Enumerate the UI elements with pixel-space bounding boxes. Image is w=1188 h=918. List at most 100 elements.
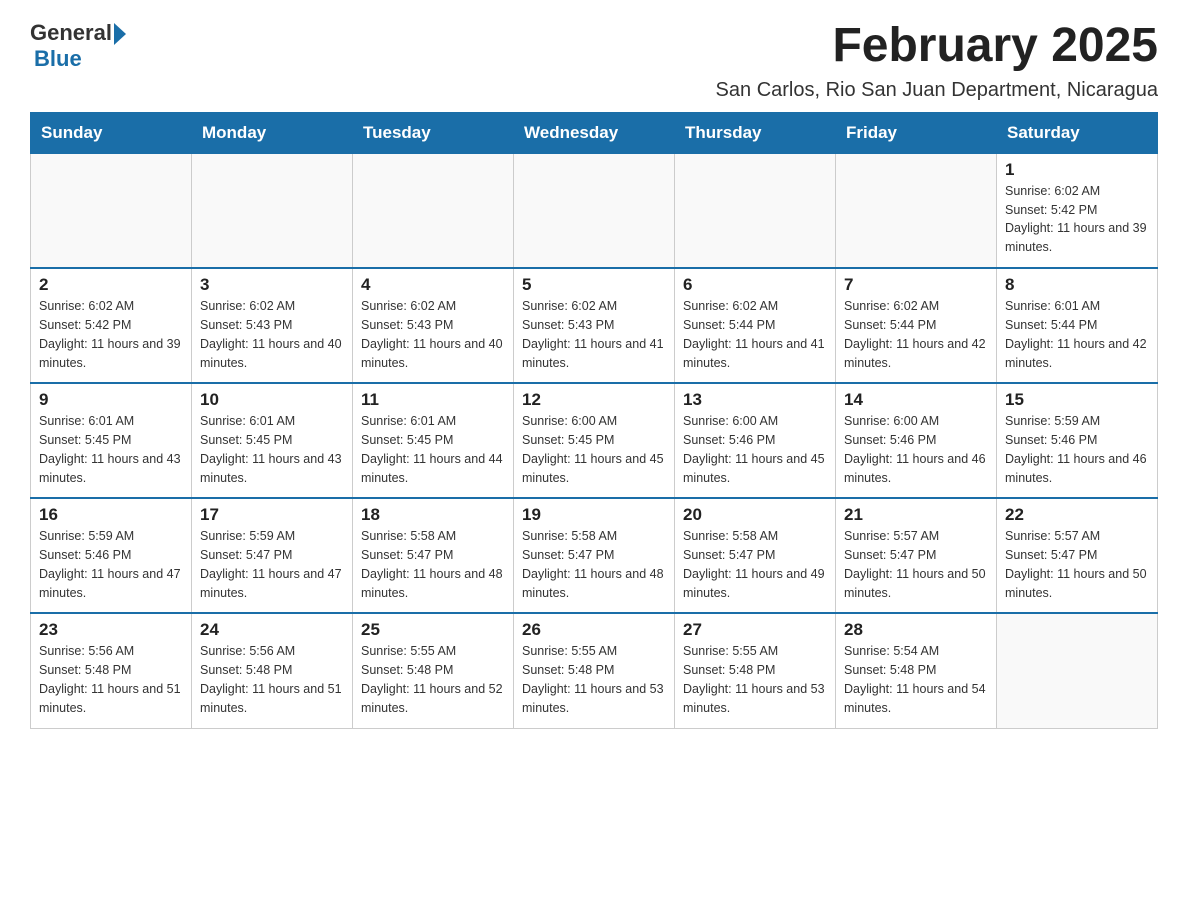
day-info: Sunrise: 5:56 AM Sunset: 5:48 PM Dayligh… xyxy=(200,642,344,717)
calendar-day-cell: 2Sunrise: 6:02 AM Sunset: 5:42 PM Daylig… xyxy=(31,268,192,383)
logo-general-text: General xyxy=(30,20,112,46)
day-number: 15 xyxy=(1005,390,1149,410)
day-info: Sunrise: 6:02 AM Sunset: 5:43 PM Dayligh… xyxy=(361,297,505,372)
day-info: Sunrise: 5:55 AM Sunset: 5:48 PM Dayligh… xyxy=(683,642,827,717)
day-of-week-header: Friday xyxy=(836,112,997,153)
title-section: February 2025 San Carlos, Rio San Juan D… xyxy=(716,20,1158,102)
calendar-day-cell xyxy=(353,153,514,268)
calendar-day-cell: 19Sunrise: 5:58 AM Sunset: 5:47 PM Dayli… xyxy=(514,498,675,613)
calendar-day-cell: 4Sunrise: 6:02 AM Sunset: 5:43 PM Daylig… xyxy=(353,268,514,383)
day-info: Sunrise: 5:59 AM Sunset: 5:46 PM Dayligh… xyxy=(39,527,183,602)
calendar-day-cell: 11Sunrise: 6:01 AM Sunset: 5:45 PM Dayli… xyxy=(353,383,514,498)
day-info: Sunrise: 5:59 AM Sunset: 5:47 PM Dayligh… xyxy=(200,527,344,602)
calendar-day-cell: 14Sunrise: 6:00 AM Sunset: 5:46 PM Dayli… xyxy=(836,383,997,498)
day-number: 5 xyxy=(522,275,666,295)
calendar-day-cell: 27Sunrise: 5:55 AM Sunset: 5:48 PM Dayli… xyxy=(675,613,836,728)
day-info: Sunrise: 6:02 AM Sunset: 5:43 PM Dayligh… xyxy=(200,297,344,372)
day-number: 8 xyxy=(1005,275,1149,295)
day-info: Sunrise: 5:59 AM Sunset: 5:46 PM Dayligh… xyxy=(1005,412,1149,487)
calendar-week-row: 1Sunrise: 6:02 AM Sunset: 5:42 PM Daylig… xyxy=(31,153,1158,268)
calendar-day-cell: 17Sunrise: 5:59 AM Sunset: 5:47 PM Dayli… xyxy=(192,498,353,613)
location-title: San Carlos, Rio San Juan Department, Nic… xyxy=(716,79,1158,102)
day-number: 19 xyxy=(522,505,666,525)
calendar-day-cell: 20Sunrise: 5:58 AM Sunset: 5:47 PM Dayli… xyxy=(675,498,836,613)
day-number: 16 xyxy=(39,505,183,525)
calendar-header-row: SundayMondayTuesdayWednesdayThursdayFrid… xyxy=(31,112,1158,153)
calendar-day-cell: 26Sunrise: 5:55 AM Sunset: 5:48 PM Dayli… xyxy=(514,613,675,728)
day-number: 24 xyxy=(200,620,344,640)
calendar-week-row: 16Sunrise: 5:59 AM Sunset: 5:46 PM Dayli… xyxy=(31,498,1158,613)
day-number: 17 xyxy=(200,505,344,525)
day-info: Sunrise: 5:56 AM Sunset: 5:48 PM Dayligh… xyxy=(39,642,183,717)
calendar-day-cell: 10Sunrise: 6:01 AM Sunset: 5:45 PM Dayli… xyxy=(192,383,353,498)
day-info: Sunrise: 5:57 AM Sunset: 5:47 PM Dayligh… xyxy=(844,527,988,602)
day-number: 4 xyxy=(361,275,505,295)
day-number: 26 xyxy=(522,620,666,640)
day-info: Sunrise: 5:54 AM Sunset: 5:48 PM Dayligh… xyxy=(844,642,988,717)
day-number: 28 xyxy=(844,620,988,640)
calendar-day-cell: 21Sunrise: 5:57 AM Sunset: 5:47 PM Dayli… xyxy=(836,498,997,613)
logo: General Blue xyxy=(30,20,126,72)
calendar-day-cell: 5Sunrise: 6:02 AM Sunset: 5:43 PM Daylig… xyxy=(514,268,675,383)
day-number: 1 xyxy=(1005,160,1149,180)
day-number: 12 xyxy=(522,390,666,410)
calendar-table: SundayMondayTuesdayWednesdayThursdayFrid… xyxy=(30,112,1158,729)
day-number: 20 xyxy=(683,505,827,525)
day-of-week-header: Wednesday xyxy=(514,112,675,153)
month-title: February 2025 xyxy=(716,20,1158,73)
day-info: Sunrise: 6:00 AM Sunset: 5:46 PM Dayligh… xyxy=(844,412,988,487)
day-number: 27 xyxy=(683,620,827,640)
day-info: Sunrise: 6:00 AM Sunset: 5:45 PM Dayligh… xyxy=(522,412,666,487)
day-of-week-header: Sunday xyxy=(31,112,192,153)
day-number: 7 xyxy=(844,275,988,295)
calendar-day-cell xyxy=(997,613,1158,728)
day-number: 23 xyxy=(39,620,183,640)
day-info: Sunrise: 6:01 AM Sunset: 5:45 PM Dayligh… xyxy=(39,412,183,487)
day-of-week-header: Monday xyxy=(192,112,353,153)
calendar-day-cell: 28Sunrise: 5:54 AM Sunset: 5:48 PM Dayli… xyxy=(836,613,997,728)
day-number: 25 xyxy=(361,620,505,640)
calendar-day-cell: 13Sunrise: 6:00 AM Sunset: 5:46 PM Dayli… xyxy=(675,383,836,498)
calendar-day-cell xyxy=(675,153,836,268)
day-info: Sunrise: 5:58 AM Sunset: 5:47 PM Dayligh… xyxy=(522,527,666,602)
day-info: Sunrise: 5:58 AM Sunset: 5:47 PM Dayligh… xyxy=(361,527,505,602)
day-number: 21 xyxy=(844,505,988,525)
day-number: 3 xyxy=(200,275,344,295)
day-info: Sunrise: 5:57 AM Sunset: 5:47 PM Dayligh… xyxy=(1005,527,1149,602)
day-of-week-header: Tuesday xyxy=(353,112,514,153)
day-number: 2 xyxy=(39,275,183,295)
calendar-day-cell: 6Sunrise: 6:02 AM Sunset: 5:44 PM Daylig… xyxy=(675,268,836,383)
calendar-day-cell: 9Sunrise: 6:01 AM Sunset: 5:45 PM Daylig… xyxy=(31,383,192,498)
calendar-day-cell: 16Sunrise: 5:59 AM Sunset: 5:46 PM Dayli… xyxy=(31,498,192,613)
day-info: Sunrise: 6:02 AM Sunset: 5:42 PM Dayligh… xyxy=(39,297,183,372)
logo-arrow-icon xyxy=(114,23,126,45)
day-number: 6 xyxy=(683,275,827,295)
day-info: Sunrise: 6:02 AM Sunset: 5:44 PM Dayligh… xyxy=(844,297,988,372)
calendar-day-cell: 3Sunrise: 6:02 AM Sunset: 5:43 PM Daylig… xyxy=(192,268,353,383)
day-info: Sunrise: 6:00 AM Sunset: 5:46 PM Dayligh… xyxy=(683,412,827,487)
calendar-day-cell: 22Sunrise: 5:57 AM Sunset: 5:47 PM Dayli… xyxy=(997,498,1158,613)
calendar-day-cell: 18Sunrise: 5:58 AM Sunset: 5:47 PM Dayli… xyxy=(353,498,514,613)
calendar-week-row: 23Sunrise: 5:56 AM Sunset: 5:48 PM Dayli… xyxy=(31,613,1158,728)
day-number: 14 xyxy=(844,390,988,410)
day-info: Sunrise: 6:02 AM Sunset: 5:44 PM Dayligh… xyxy=(683,297,827,372)
day-info: Sunrise: 5:58 AM Sunset: 5:47 PM Dayligh… xyxy=(683,527,827,602)
day-number: 9 xyxy=(39,390,183,410)
calendar-day-cell xyxy=(31,153,192,268)
calendar-day-cell: 8Sunrise: 6:01 AM Sunset: 5:44 PM Daylig… xyxy=(997,268,1158,383)
calendar-day-cell: 25Sunrise: 5:55 AM Sunset: 5:48 PM Dayli… xyxy=(353,613,514,728)
calendar-week-row: 9Sunrise: 6:01 AM Sunset: 5:45 PM Daylig… xyxy=(31,383,1158,498)
logo-blue-text: Blue xyxy=(34,46,82,72)
day-number: 13 xyxy=(683,390,827,410)
calendar-day-cell: 7Sunrise: 6:02 AM Sunset: 5:44 PM Daylig… xyxy=(836,268,997,383)
calendar-day-cell: 12Sunrise: 6:00 AM Sunset: 5:45 PM Dayli… xyxy=(514,383,675,498)
calendar-week-row: 2Sunrise: 6:02 AM Sunset: 5:42 PM Daylig… xyxy=(31,268,1158,383)
day-number: 11 xyxy=(361,390,505,410)
day-info: Sunrise: 5:55 AM Sunset: 5:48 PM Dayligh… xyxy=(361,642,505,717)
calendar-day-cell: 15Sunrise: 5:59 AM Sunset: 5:46 PM Dayli… xyxy=(997,383,1158,498)
page-header: General Blue February 2025 San Carlos, R… xyxy=(30,20,1158,102)
day-info: Sunrise: 6:01 AM Sunset: 5:44 PM Dayligh… xyxy=(1005,297,1149,372)
day-info: Sunrise: 6:01 AM Sunset: 5:45 PM Dayligh… xyxy=(200,412,344,487)
day-of-week-header: Saturday xyxy=(997,112,1158,153)
day-info: Sunrise: 6:01 AM Sunset: 5:45 PM Dayligh… xyxy=(361,412,505,487)
